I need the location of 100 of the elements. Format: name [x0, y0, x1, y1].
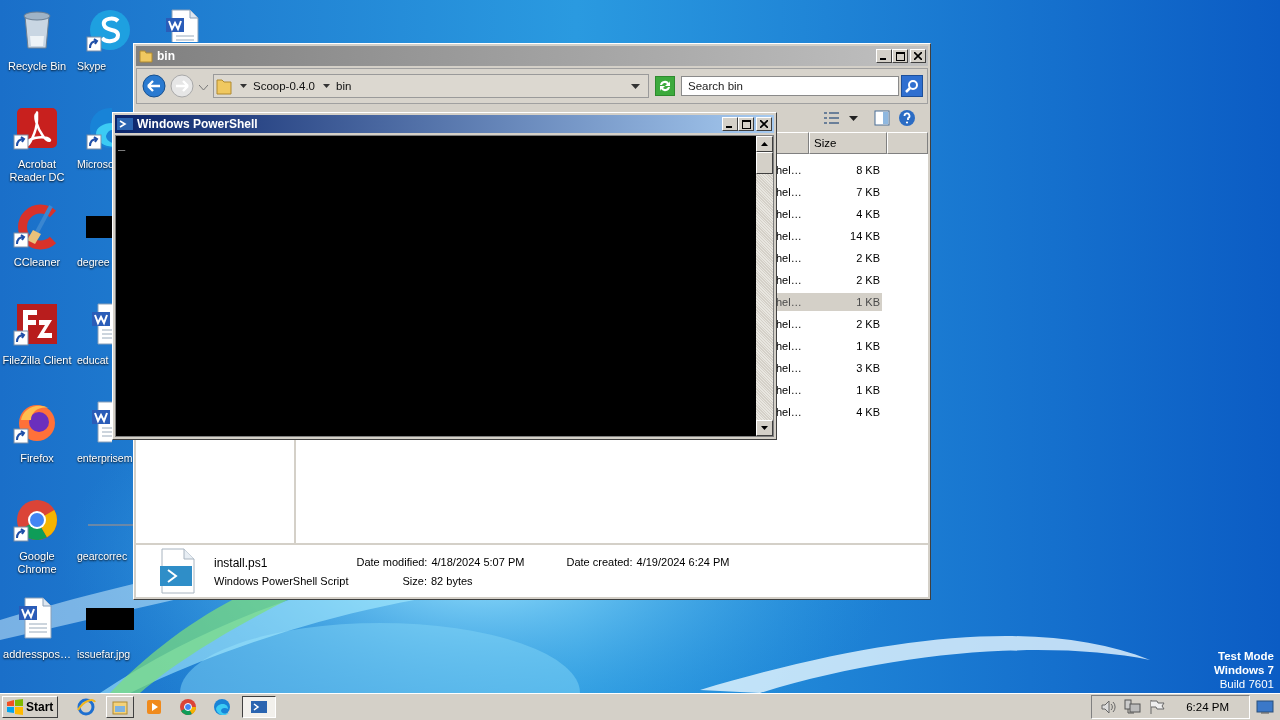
- maximize-button[interactable]: [738, 117, 754, 131]
- table-cell[interactable]: hel…: [775, 293, 809, 311]
- property-value: 4/19/2024 6:24 PM: [636, 555, 730, 568]
- column-header[interactable]: [775, 132, 809, 154]
- dropdown-icon[interactable]: [631, 83, 640, 89]
- icon-label[interactable]: issuefar.jpg: [74, 648, 131, 661]
- table-cell[interactable]: 2 KB: [809, 271, 882, 289]
- icon-label[interactable]: FileZilla Client: [2, 354, 72, 367]
- breadcrumb[interactable]: bin: [336, 80, 352, 92]
- table-cell[interactable]: 14 KB: [809, 227, 882, 245]
- network-icon[interactable]: [1124, 699, 1143, 715]
- minimize-button[interactable]: [876, 49, 892, 63]
- table-cell[interactable]: hel…: [775, 249, 809, 267]
- icon-label[interactable]: degree: [74, 256, 110, 269]
- caret-icon: [761, 426, 768, 430]
- table-cell[interactable]: hel…: [775, 183, 809, 201]
- file-name: install.ps1: [214, 555, 269, 570]
- table-cell[interactable]: hel…: [775, 337, 809, 355]
- property-label: Date created:: [566, 555, 633, 568]
- window-title: Windows PowerShell: [137, 117, 258, 131]
- icon-label[interactable]: CCleaner: [13, 256, 61, 269]
- property-value: 4/18/2024 5:07 PM: [431, 555, 525, 568]
- table-cell[interactable]: 3 KB: [809, 359, 882, 377]
- table-cell[interactable]: 1 KB: [809, 293, 882, 311]
- maximize-button[interactable]: [892, 49, 908, 63]
- close-icon: [914, 52, 922, 60]
- property-label: Date modified:: [356, 555, 428, 568]
- caret-icon[interactable]: [323, 84, 330, 88]
- close-icon: [760, 120, 768, 128]
- preview-pane-icon[interactable]: [874, 110, 890, 126]
- refresh-button[interactable]: [655, 76, 675, 96]
- caret-icon: [198, 84, 208, 91]
- icon-label[interactable]: Google Chrome: [1, 550, 73, 576]
- scroll-thumb[interactable]: [756, 152, 773, 174]
- maximize-icon: [741, 119, 751, 129]
- icon-label[interactable]: Skype: [74, 60, 107, 73]
- table-cell[interactable]: 4 KB: [809, 403, 882, 421]
- table-cell[interactable]: 2 KB: [809, 249, 882, 267]
- terminal-icon: [117, 117, 133, 131]
- taskbar-button[interactable]: [242, 696, 277, 718]
- table-cell[interactable]: hel…: [775, 315, 809, 333]
- system-watermark-text: Windows 7: [1214, 663, 1274, 677]
- maximize-icon: [895, 51, 905, 61]
- browser-icon: [178, 697, 199, 717]
- view-options-icon[interactable]: [823, 111, 841, 125]
- table-cell[interactable]: 2 KB: [809, 315, 882, 333]
- icon-label[interactable]: Firefox: [20, 452, 54, 465]
- icon-label[interactable]: educat: [74, 354, 109, 367]
- search-icon: [905, 79, 919, 93]
- close-button[interactable]: [910, 49, 926, 63]
- table-cell[interactable]: 4 KB: [809, 205, 882, 223]
- file-type: Windows PowerShell Script: [214, 574, 349, 587]
- caret-icon[interactable]: [240, 84, 247, 88]
- table-cell[interactable]: 7 KB: [809, 183, 882, 201]
- console-output[interactable]: _: [116, 136, 756, 436]
- back-button[interactable]: [141, 73, 167, 99]
- breadcrumb[interactable]: Scoop-0.4.0: [253, 80, 315, 92]
- start-button[interactable]: Start: [2, 696, 59, 718]
- table-cell[interactable]: hel…: [775, 161, 809, 179]
- search-button[interactable]: [901, 75, 923, 97]
- address-bar[interactable]: Scoop-0.4.0 bin: [213, 74, 649, 98]
- folder-icon: [216, 77, 232, 95]
- table-cell[interactable]: hel…: [775, 359, 809, 377]
- browser-icon: [76, 697, 97, 717]
- table-cell[interactable]: hel…: [775, 227, 809, 245]
- caret-icon: [761, 142, 768, 146]
- minimize-button[interactable]: [722, 117, 738, 131]
- table-cell[interactable]: 1 KB: [809, 337, 882, 355]
- scrollbar[interactable]: [756, 136, 773, 436]
- icon-label[interactable]: gearcorrec: [74, 550, 128, 563]
- scroll-down-button[interactable]: [756, 420, 773, 436]
- text-cursor: _: [118, 140, 126, 152]
- scroll-up-button[interactable]: [756, 136, 773, 152]
- table-cell[interactable]: hel…: [775, 271, 809, 289]
- folder-icon: [139, 49, 153, 63]
- close-button[interactable]: [756, 117, 772, 131]
- table-cell[interactable]: hel…: [775, 381, 809, 399]
- table-cell[interactable]: 8 KB: [809, 161, 882, 179]
- help-icon[interactable]: [898, 109, 916, 127]
- refresh-icon: [657, 79, 673, 93]
- clock[interactable]: 6:24 PM: [1186, 701, 1229, 713]
- flag-icon[interactable]: [1148, 699, 1167, 715]
- table-cell[interactable]: hel…: [775, 403, 809, 421]
- icon-label[interactable]: Acrobat Reader DC: [1, 158, 73, 184]
- table-cell[interactable]: 1 KB: [809, 381, 882, 399]
- table-cell[interactable]: hel…: [775, 205, 809, 223]
- icon-label[interactable]: addresspos…: [3, 648, 71, 661]
- monitor-icon[interactable]: [1256, 700, 1274, 714]
- icon-label[interactable]: Recycle Bin: [7, 60, 67, 73]
- property-value: 82 bytes: [430, 574, 473, 587]
- window-title: bin: [157, 49, 175, 63]
- system-watermark-text: Test Mode: [1218, 649, 1274, 663]
- system-watermark-text: Build 7601: [1219, 677, 1274, 691]
- speaker-icon[interactable]: [1100, 699, 1119, 715]
- column-header[interactable]: Size: [809, 132, 887, 154]
- windows-logo-icon: [6, 699, 24, 715]
- icon-label[interactable]: enterprisem: [74, 452, 133, 465]
- browser-icon: [212, 697, 233, 717]
- search-field[interactable]: Search bin: [681, 76, 899, 96]
- caret-icon[interactable]: [849, 115, 858, 121]
